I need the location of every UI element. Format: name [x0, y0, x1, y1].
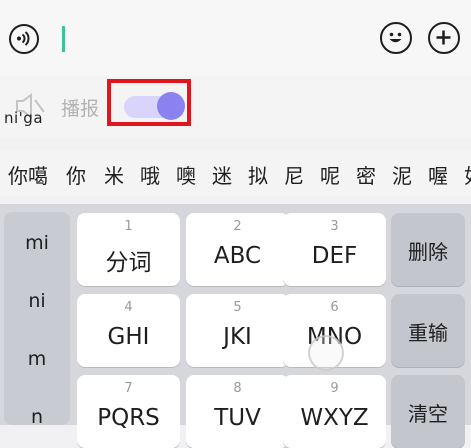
key-5[interactable]: 5 JKI — [186, 294, 289, 367]
key-number: 4 — [124, 300, 133, 315]
retype-button[interactable]: 重输 — [391, 294, 465, 367]
retype-label: 重输 — [408, 321, 448, 345]
key-2[interactable]: 2 ABC — [186, 213, 289, 286]
delete-label: 删除 — [408, 240, 448, 264]
candidate-word[interactable]: 噢 — [176, 160, 196, 189]
syllable-item[interactable]: ni — [4, 290, 70, 312]
pinyin-syllable-list: mi ni m n — [4, 212, 70, 428]
key-label: GHI — [107, 324, 150, 350]
key-label: ABC — [213, 243, 262, 269]
candidate-word[interactable]: 呢 — [320, 160, 340, 189]
key-number: 2 — [233, 219, 242, 234]
candidate-word[interactable]: 拟 — [248, 160, 268, 189]
delete-button[interactable]: 删除 — [391, 213, 465, 286]
candidate-word[interactable]: 泥 — [392, 160, 412, 189]
emoji-icon[interactable] — [380, 22, 412, 54]
broadcast-row: ni'ga 播报 — [0, 76, 471, 138]
key-number: 3 — [330, 219, 339, 234]
plus-icon[interactable] — [428, 22, 460, 54]
text-cursor[interactable] — [62, 26, 65, 52]
key-7[interactable]: 7 PQRS — [77, 375, 180, 448]
chat-input-bar — [0, 0, 471, 76]
candidate-word[interactable]: 密 — [356, 160, 376, 189]
candidate-word[interactable]: 迷 — [212, 160, 232, 189]
key-4[interactable]: 4 GHI — [77, 294, 180, 367]
key-label: DEF — [311, 243, 358, 269]
syllable-item[interactable]: mi — [4, 232, 70, 254]
candidate-bar: 你噶你米哦噢迷拟尼呢密泥喔如 — [0, 150, 471, 196]
key-label: JKI — [223, 324, 252, 350]
key-1[interactable]: 1 分词 — [77, 213, 180, 286]
key-label: TUV — [214, 405, 261, 431]
candidate-word[interactable]: 你噶 — [8, 160, 48, 189]
candidate-word[interactable]: 尼 — [284, 160, 304, 189]
voice-input-icon[interactable] — [9, 24, 39, 54]
candidate-word[interactable]: 哦 — [140, 160, 160, 189]
broadcast-label: 播报 — [61, 98, 100, 120]
key-9[interactable]: 9 WXYZ — [283, 375, 386, 448]
key-number: 7 — [124, 381, 133, 396]
key-number: 6 — [330, 300, 339, 315]
key-number: 8 — [233, 381, 242, 396]
key-number: 1 — [124, 219, 133, 234]
t9-keyboard: mi ni m n 1 分词 2 ABC 3 DEF 4 GHI 5 JKI 6… — [0, 204, 471, 448]
key-label: 分词 — [105, 250, 152, 276]
candidate-word[interactable]: 如 — [464, 160, 471, 189]
clear-button[interactable]: 清空 — [391, 375, 465, 448]
key-label: WXYZ — [300, 405, 369, 431]
highlight-box — [107, 79, 191, 126]
key-number: 9 — [330, 381, 339, 396]
clear-label: 清空 — [408, 402, 448, 426]
touch-indicator — [308, 335, 344, 371]
candidate-word[interactable]: 米 — [104, 160, 124, 189]
key-3[interactable]: 3 DEF — [283, 213, 386, 286]
key-number: 5 — [233, 300, 242, 315]
syllable-item[interactable]: m — [4, 348, 70, 370]
candidate-word[interactable]: 你 — [66, 160, 86, 189]
key-label: PQRS — [97, 405, 160, 431]
key-8[interactable]: 8 TUV — [186, 375, 289, 448]
pinyin-composition: ni'ga — [4, 109, 44, 127]
candidate-word[interactable]: 喔 — [428, 160, 448, 189]
